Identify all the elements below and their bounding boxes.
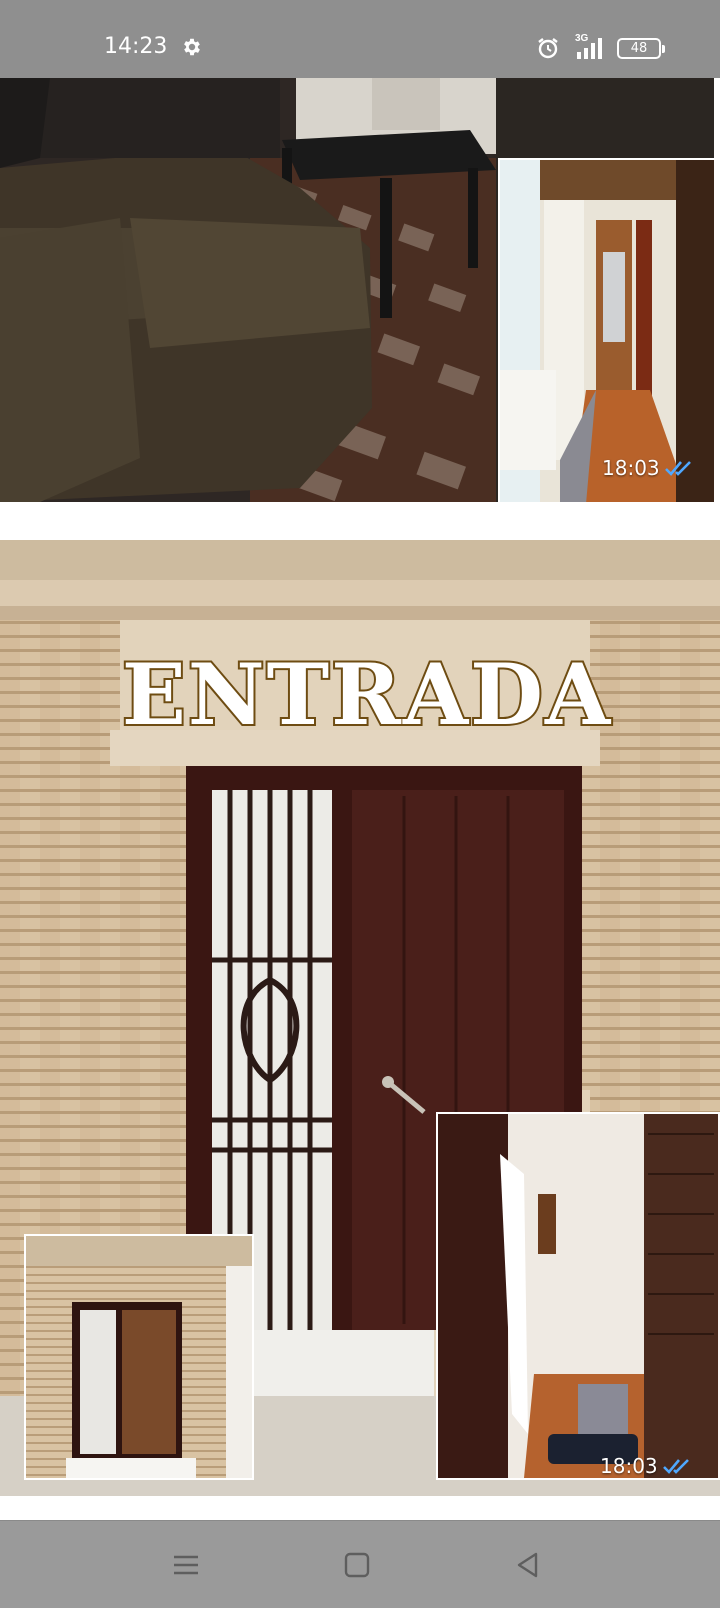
message-timestamp: 18:03: [600, 1454, 658, 1478]
status-bar: 14:23 3G 48: [0, 0, 720, 78]
album-overlay-title: ENTRADA: [120, 643, 613, 746]
photo-entrance-small[interactable]: [24, 1234, 254, 1480]
status-time: 14:23: [104, 34, 168, 59]
alarm-icon: [538, 38, 558, 59]
menu-icon[interactable]: [170, 1549, 202, 1581]
signal-icon: [577, 38, 602, 59]
photo-hallway[interactable]: 18:03: [498, 158, 714, 502]
read-ticks-icon: [665, 461, 691, 476]
gear-icon: [184, 38, 200, 56]
message-timestamp: 18:03: [602, 456, 660, 480]
back-icon[interactable]: [512, 1549, 544, 1581]
image-album-message-entrada[interactable]: ENTRADA 18:03: [0, 540, 720, 1496]
photo-living-room[interactable]: [0, 78, 496, 502]
read-ticks-icon: [663, 1459, 689, 1474]
home-icon[interactable]: [341, 1549, 373, 1581]
photo-entrance-interior[interactable]: 18:03: [436, 1112, 720, 1480]
image-album-message[interactable]: 18:03: [0, 78, 714, 502]
battery-level: 48: [630, 41, 648, 56]
navigation-bar: [0, 1520, 720, 1608]
battery-icon: 48: [617, 38, 665, 59]
